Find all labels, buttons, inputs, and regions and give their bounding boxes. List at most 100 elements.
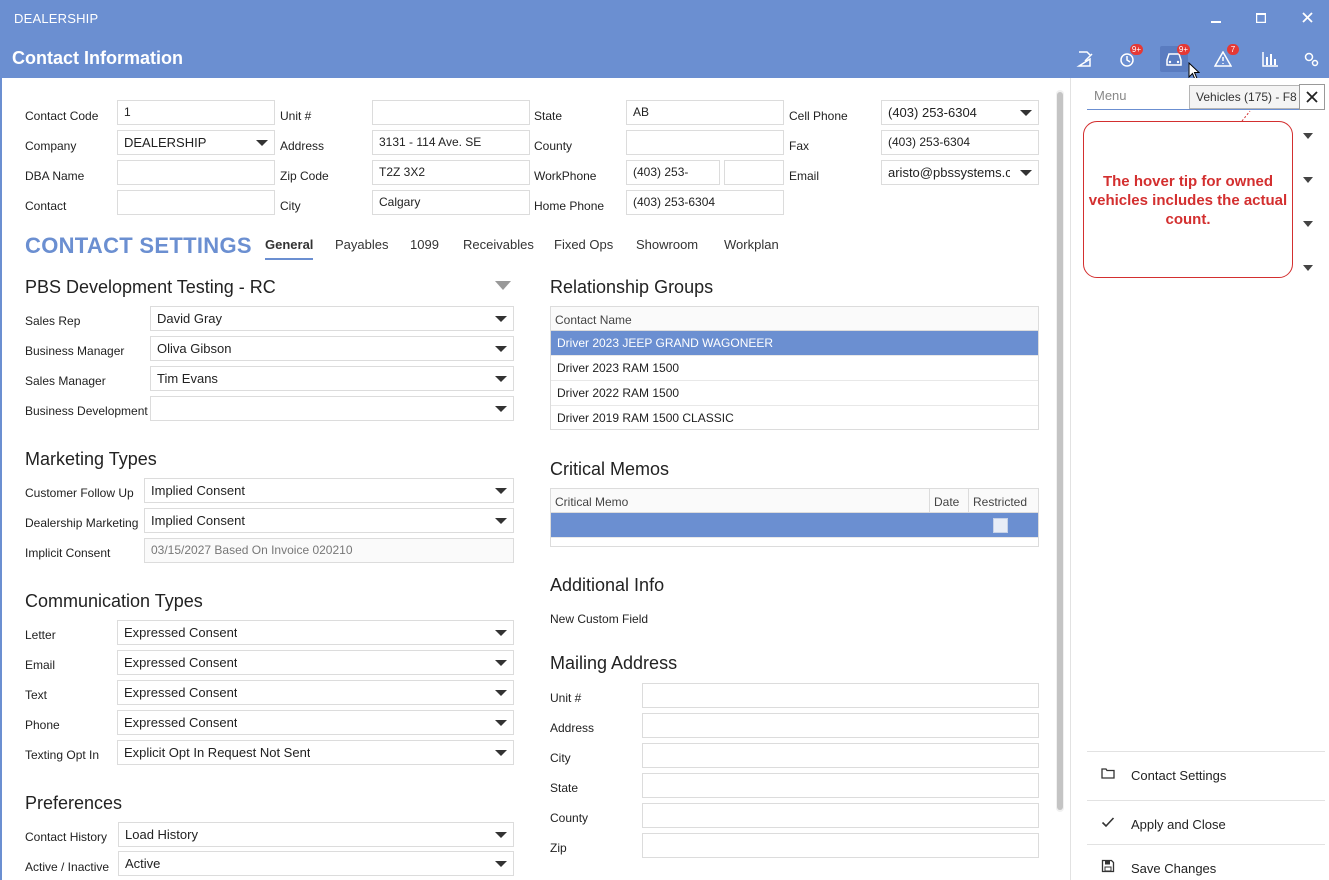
email-consent-select[interactable]: Expressed Consent [117,650,514,675]
tab-workplan[interactable]: Workplan [724,237,779,252]
collapse-caret-icon[interactable] [495,281,511,291]
contact-code-label: Contact Code [25,109,99,123]
side-item-contact-settings[interactable]: Contact Settings [1087,751,1325,795]
settings-button[interactable] [1297,46,1325,72]
column-divider [929,489,930,512]
follow-up-label: Customer Follow Up [25,486,134,500]
tab-showroom[interactable]: Showroom [636,237,698,252]
dba-input[interactable] [117,160,275,185]
business-manager-select[interactable]: Oliva Gibson [150,336,514,361]
address-label: Address [280,139,325,153]
text-label: Text [25,688,48,702]
mailing-address-input[interactable] [642,713,1039,738]
critical-memo-column[interactable]: Critical Memo [555,495,628,509]
chevron-down-icon [495,750,507,756]
address-input[interactable]: 3131 - 114 Ave. SE [372,130,530,155]
state-label: State [534,109,563,123]
table-row[interactable] [551,513,1038,538]
save-icon [1101,859,1115,873]
contact-input[interactable] [117,190,275,215]
county-input[interactable] [626,130,784,155]
tab-general[interactable]: General [265,237,314,260]
state-input[interactable]: AB [626,100,784,125]
chevron-down-icon [1020,170,1032,176]
email-consent-label: Email [25,658,56,672]
chevron-down-icon[interactable] [1303,265,1313,271]
tab-1099[interactable]: 1099 [410,237,439,252]
contact-name-column[interactable]: Contact Name [555,313,632,327]
chevron-down-icon[interactable] [1303,133,1313,139]
restricted-column[interactable]: Restricted [973,495,1027,509]
preferences-section-title: Preferences [25,793,123,813]
active-inactive-label: Active / Inactive [25,860,110,874]
city-input[interactable]: Calgary [372,190,530,215]
implicit-consent-field: 03/15/2027 Based On Invoice 020210 [144,538,514,563]
phone-select[interactable]: Expressed Consent [117,710,514,735]
cell-select[interactable]: (403) 253-6304 [881,100,1039,125]
scrollbar-thumb[interactable] [1057,92,1063,810]
alerts-button[interactable]: 7 [1209,44,1239,72]
side-item-save-changes[interactable]: Save Changes [1087,844,1325,880]
minimize-icon [1211,21,1221,23]
chevron-down-icon [495,720,507,726]
reports-button[interactable] [1256,46,1284,72]
mailing-city-input[interactable] [642,743,1039,768]
critical-memos-title: Critical Memos [550,459,670,479]
table-row[interactable]: Driver 2023 JEEP GRAND WAGONEER [551,331,1038,356]
close-icon [1306,91,1318,103]
side-item-label: Contact Settings [1131,768,1227,783]
vertical-scrollbar[interactable] [1056,90,1064,812]
edit-button[interactable] [1071,46,1099,72]
history-button[interactable]: 9+ [1113,44,1143,72]
chevron-down-icon [495,832,507,838]
chevron-down-icon[interactable] [1303,221,1313,227]
chevron-down-icon [495,630,507,636]
fax-label: Fax [789,139,810,153]
texting-opt-in-select[interactable]: Explicit Opt In Request Not Sent [117,740,514,765]
close-window-button[interactable] [1295,8,1319,30]
table-row[interactable]: Driver 2022 RAM 1500 [551,381,1038,406]
mailing-state-input[interactable] [642,773,1039,798]
business-manager-label: Business Manager [25,344,125,358]
mailing-zip-input[interactable] [642,833,1039,858]
city-label: City [280,199,301,213]
minimize-button[interactable] [1204,8,1228,30]
business-development-select[interactable] [150,396,514,421]
tab-payables[interactable]: Payables [335,237,388,252]
sales-rep-select[interactable]: David Gray [150,306,514,331]
restricted-checkbox[interactable] [993,518,1008,533]
vehicles-button[interactable]: 9+ [1160,44,1190,72]
dealership-marketing-select[interactable]: Implied Consent [144,508,514,533]
close-menu-button[interactable] [1299,84,1325,110]
email-select[interactable]: aristo@pbssystems.cc [881,160,1039,185]
active-inactive-select[interactable]: Active [118,851,514,876]
folder-icon [1101,768,1115,779]
mailing-county-input[interactable] [642,803,1039,828]
follow-up-select[interactable]: Implied Consent [144,478,514,503]
mailing-city-label: City [550,751,571,765]
contact-history-select[interactable]: Load History [118,822,514,847]
workphone-ext-input[interactable] [724,160,784,185]
workphone-input[interactable]: (403) 253- [626,160,720,185]
tab-receivables[interactable]: Receivables [463,237,534,252]
date-column[interactable]: Date [934,495,959,509]
fax-input[interactable]: (403) 253-6304 [881,130,1039,155]
mailing-unit-input[interactable] [642,683,1039,708]
company-select[interactable]: DEALERSHIP [117,130,275,155]
letter-select[interactable]: Expressed Consent [117,620,514,645]
zip-input[interactable]: T2Z 3X2 [372,160,530,185]
side-item-apply-and-close[interactable]: Apply and Close [1087,800,1325,844]
table-row[interactable]: Driver 2019 RAM 1500 CLASSIC [551,406,1038,431]
maximize-button[interactable] [1249,8,1273,30]
homephone-input[interactable]: (403) 253-6304 [626,190,784,215]
unit-input[interactable] [372,100,530,125]
chevron-down-icon[interactable] [1303,177,1313,183]
text-select[interactable]: Expressed Consent [117,680,514,705]
contact-code-input[interactable]: 1 [117,100,275,125]
table-row[interactable]: Driver 2023 RAM 1500 [551,356,1038,381]
chevron-down-icon [495,406,507,412]
mailing-address-label: Address [550,721,595,735]
chevron-down-icon [495,346,507,352]
tab-fixed-ops[interactable]: Fixed Ops [554,237,613,252]
sales-manager-select[interactable]: Tim Evans [150,366,514,391]
